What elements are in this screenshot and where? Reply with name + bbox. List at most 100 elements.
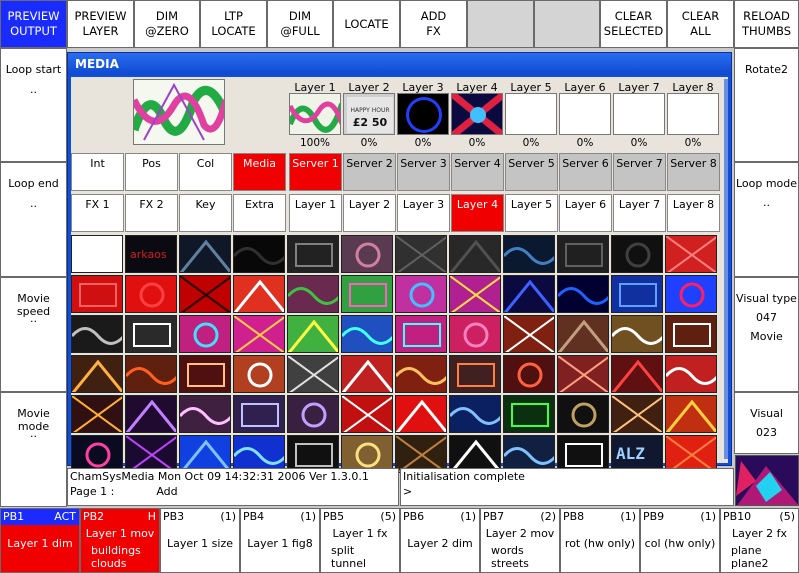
tab-extra[interactable]: Extra bbox=[233, 194, 286, 232]
command-line[interactable]: Initialisation complete > bbox=[400, 468, 734, 506]
media-thumbnail[interactable] bbox=[503, 235, 555, 273]
tab-media[interactable]: Media bbox=[233, 153, 286, 191]
layer-tab-2[interactable]: Layer 2 bbox=[343, 194, 396, 232]
media-thumbnail[interactable] bbox=[611, 275, 663, 313]
media-thumbnail[interactable] bbox=[503, 395, 555, 433]
layer-tab-5[interactable]: Layer 5 bbox=[505, 194, 558, 232]
media-thumbnail[interactable] bbox=[341, 235, 393, 273]
media-thumbnail[interactable] bbox=[503, 315, 555, 353]
layer-monitor-3[interactable] bbox=[397, 93, 449, 135]
left-encoder-2[interactable]: Loop end.. bbox=[0, 162, 67, 277]
server-tab-2[interactable]: Server 2 bbox=[343, 153, 396, 191]
layer-monitor-2[interactable]: HAPPY HOUR £2 50 bbox=[343, 93, 395, 135]
top-button-9[interactable] bbox=[534, 0, 600, 48]
layer-tab-6[interactable]: Layer 6 bbox=[559, 194, 612, 232]
media-thumbnail[interactable] bbox=[233, 235, 285, 273]
media-thumbnail[interactable] bbox=[179, 275, 231, 313]
playback-1[interactable]: PB1 ACT Layer 1 dim bbox=[0, 508, 80, 573]
media-thumbnail[interactable] bbox=[665, 355, 717, 393]
layer-tab-3[interactable]: Layer 3 bbox=[397, 194, 450, 232]
layer-tab-4[interactable]: Layer 4 bbox=[451, 194, 504, 232]
right-encoder-2[interactable]: Loop mode.. bbox=[734, 162, 799, 277]
right-encoder-4[interactable]: Visual 023 bbox=[734, 392, 799, 454]
layer-tab-7[interactable]: Layer 7 bbox=[613, 194, 666, 232]
media-thumbnail[interactable] bbox=[179, 315, 231, 353]
playback-4[interactable]: PB4 (1) Layer 1 fig8 bbox=[240, 508, 320, 573]
playback-10[interactable]: PB10 (5) Layer 2 fx plane plane2 bbox=[720, 508, 799, 573]
media-thumbnail[interactable] bbox=[125, 315, 177, 353]
left-encoder-4[interactable]: Movie mode.. bbox=[0, 392, 67, 507]
top-button-11[interactable]: CLEAR ALL bbox=[667, 0, 734, 48]
playback-6[interactable]: PB6 (1) Layer 2 dim bbox=[400, 508, 480, 573]
playback-3[interactable]: PB3 (1) Layer 1 size bbox=[160, 508, 240, 573]
media-thumbnail[interactable] bbox=[665, 395, 717, 433]
media-thumbnail[interactable] bbox=[557, 355, 609, 393]
media-thumbnail[interactable] bbox=[449, 395, 501, 433]
media-thumbnail[interactable] bbox=[125, 275, 177, 313]
media-thumbnail[interactable] bbox=[395, 355, 447, 393]
media-thumbnail[interactable] bbox=[665, 275, 717, 313]
media-thumbnail[interactable] bbox=[233, 355, 285, 393]
media-thumbnail[interactable] bbox=[233, 395, 285, 433]
left-encoder-1[interactable]: Loop start.. bbox=[0, 48, 67, 162]
media-thumbnail[interactable] bbox=[557, 275, 609, 313]
media-thumbnail[interactable] bbox=[71, 315, 123, 353]
media-thumbnail[interactable] bbox=[449, 355, 501, 393]
right-encoder-3[interactable]: Visual type 047 Movie bbox=[734, 277, 799, 392]
playback-2[interactable]: PB2 H Layer 1 mov buildings clouds bbox=[80, 508, 160, 573]
playback-9[interactable]: PB9 (1) col (hw only) bbox=[640, 508, 720, 573]
layer-tab-8[interactable]: Layer 8 bbox=[667, 194, 720, 232]
server-tab-5[interactable]: Server 5 bbox=[505, 153, 558, 191]
media-thumbnail[interactable] bbox=[125, 395, 177, 433]
media-thumbnail[interactable] bbox=[503, 355, 555, 393]
left-encoder-3[interactable]: Movie speed.. bbox=[0, 277, 67, 392]
media-thumbnail[interactable] bbox=[395, 395, 447, 433]
playback-7[interactable]: PB7 (2) Layer 2 mov words streets bbox=[480, 508, 560, 573]
media-thumbnail[interactable] bbox=[395, 315, 447, 353]
media-thumbnail[interactable] bbox=[71, 235, 123, 273]
top-button-8[interactable] bbox=[467, 0, 534, 48]
server-tab-4[interactable]: Server 4 bbox=[451, 153, 504, 191]
server-tab-1[interactable]: Server 1 bbox=[289, 153, 342, 191]
media-thumbnail[interactable] bbox=[557, 395, 609, 433]
top-button-10[interactable]: CLEAR SELECTED bbox=[600, 0, 667, 48]
layer-monitor-7[interactable] bbox=[613, 93, 665, 135]
layer-monitor-1[interactable] bbox=[289, 93, 341, 135]
media-thumbnail[interactable] bbox=[557, 235, 609, 273]
media-thumbnail[interactable] bbox=[287, 395, 339, 433]
server-tab-6[interactable]: Server 6 bbox=[559, 153, 612, 191]
media-thumbnail[interactable] bbox=[341, 395, 393, 433]
layer-monitor-5[interactable] bbox=[505, 93, 557, 135]
tab-fx1[interactable]: FX 1 bbox=[71, 194, 124, 232]
media-thumbnail[interactable] bbox=[665, 235, 717, 273]
layer-monitor-6[interactable] bbox=[559, 93, 611, 135]
layer-monitor-8[interactable] bbox=[667, 93, 719, 135]
tab-pos[interactable]: Pos bbox=[125, 153, 178, 191]
right-encoder-1[interactable]: Rotate2 bbox=[734, 48, 799, 162]
media-thumbnail[interactable] bbox=[287, 235, 339, 273]
media-thumbnail[interactable] bbox=[665, 315, 717, 353]
top-button-6[interactable]: LOCATE bbox=[333, 0, 400, 48]
server-tab-7[interactable]: Server 7 bbox=[613, 153, 666, 191]
tab-int[interactable]: Int bbox=[71, 153, 124, 191]
media-thumbnail[interactable]: arkaos bbox=[125, 235, 177, 273]
media-thumbnail[interactable] bbox=[611, 355, 663, 393]
top-button-3[interactable]: DIM @ZERO bbox=[134, 0, 200, 48]
media-thumbnail[interactable] bbox=[395, 275, 447, 313]
top-button-2[interactable]: PREVIEW LAYER bbox=[67, 0, 134, 48]
media-thumbnail[interactable] bbox=[233, 275, 285, 313]
media-thumbnail[interactable] bbox=[179, 395, 231, 433]
media-thumbnail[interactable] bbox=[611, 235, 663, 273]
tab-fx2[interactable]: FX 2 bbox=[125, 194, 178, 232]
media-thumbnail[interactable] bbox=[125, 355, 177, 393]
media-thumbnail[interactable] bbox=[287, 355, 339, 393]
media-thumbnail[interactable] bbox=[395, 235, 447, 273]
top-button-5[interactable]: DIM @FULL bbox=[267, 0, 333, 48]
server-tab-8[interactable]: Server 8 bbox=[667, 153, 720, 191]
media-thumbnail[interactable] bbox=[71, 275, 123, 313]
top-button-7[interactable]: ADD FX bbox=[400, 0, 467, 48]
top-button-12[interactable]: RELOAD THUMBS bbox=[734, 0, 799, 48]
media-thumbnail[interactable] bbox=[179, 355, 231, 393]
playback-8[interactable]: PB8 (1) rot (hw only) bbox=[560, 508, 640, 573]
media-thumbnail[interactable] bbox=[233, 315, 285, 353]
